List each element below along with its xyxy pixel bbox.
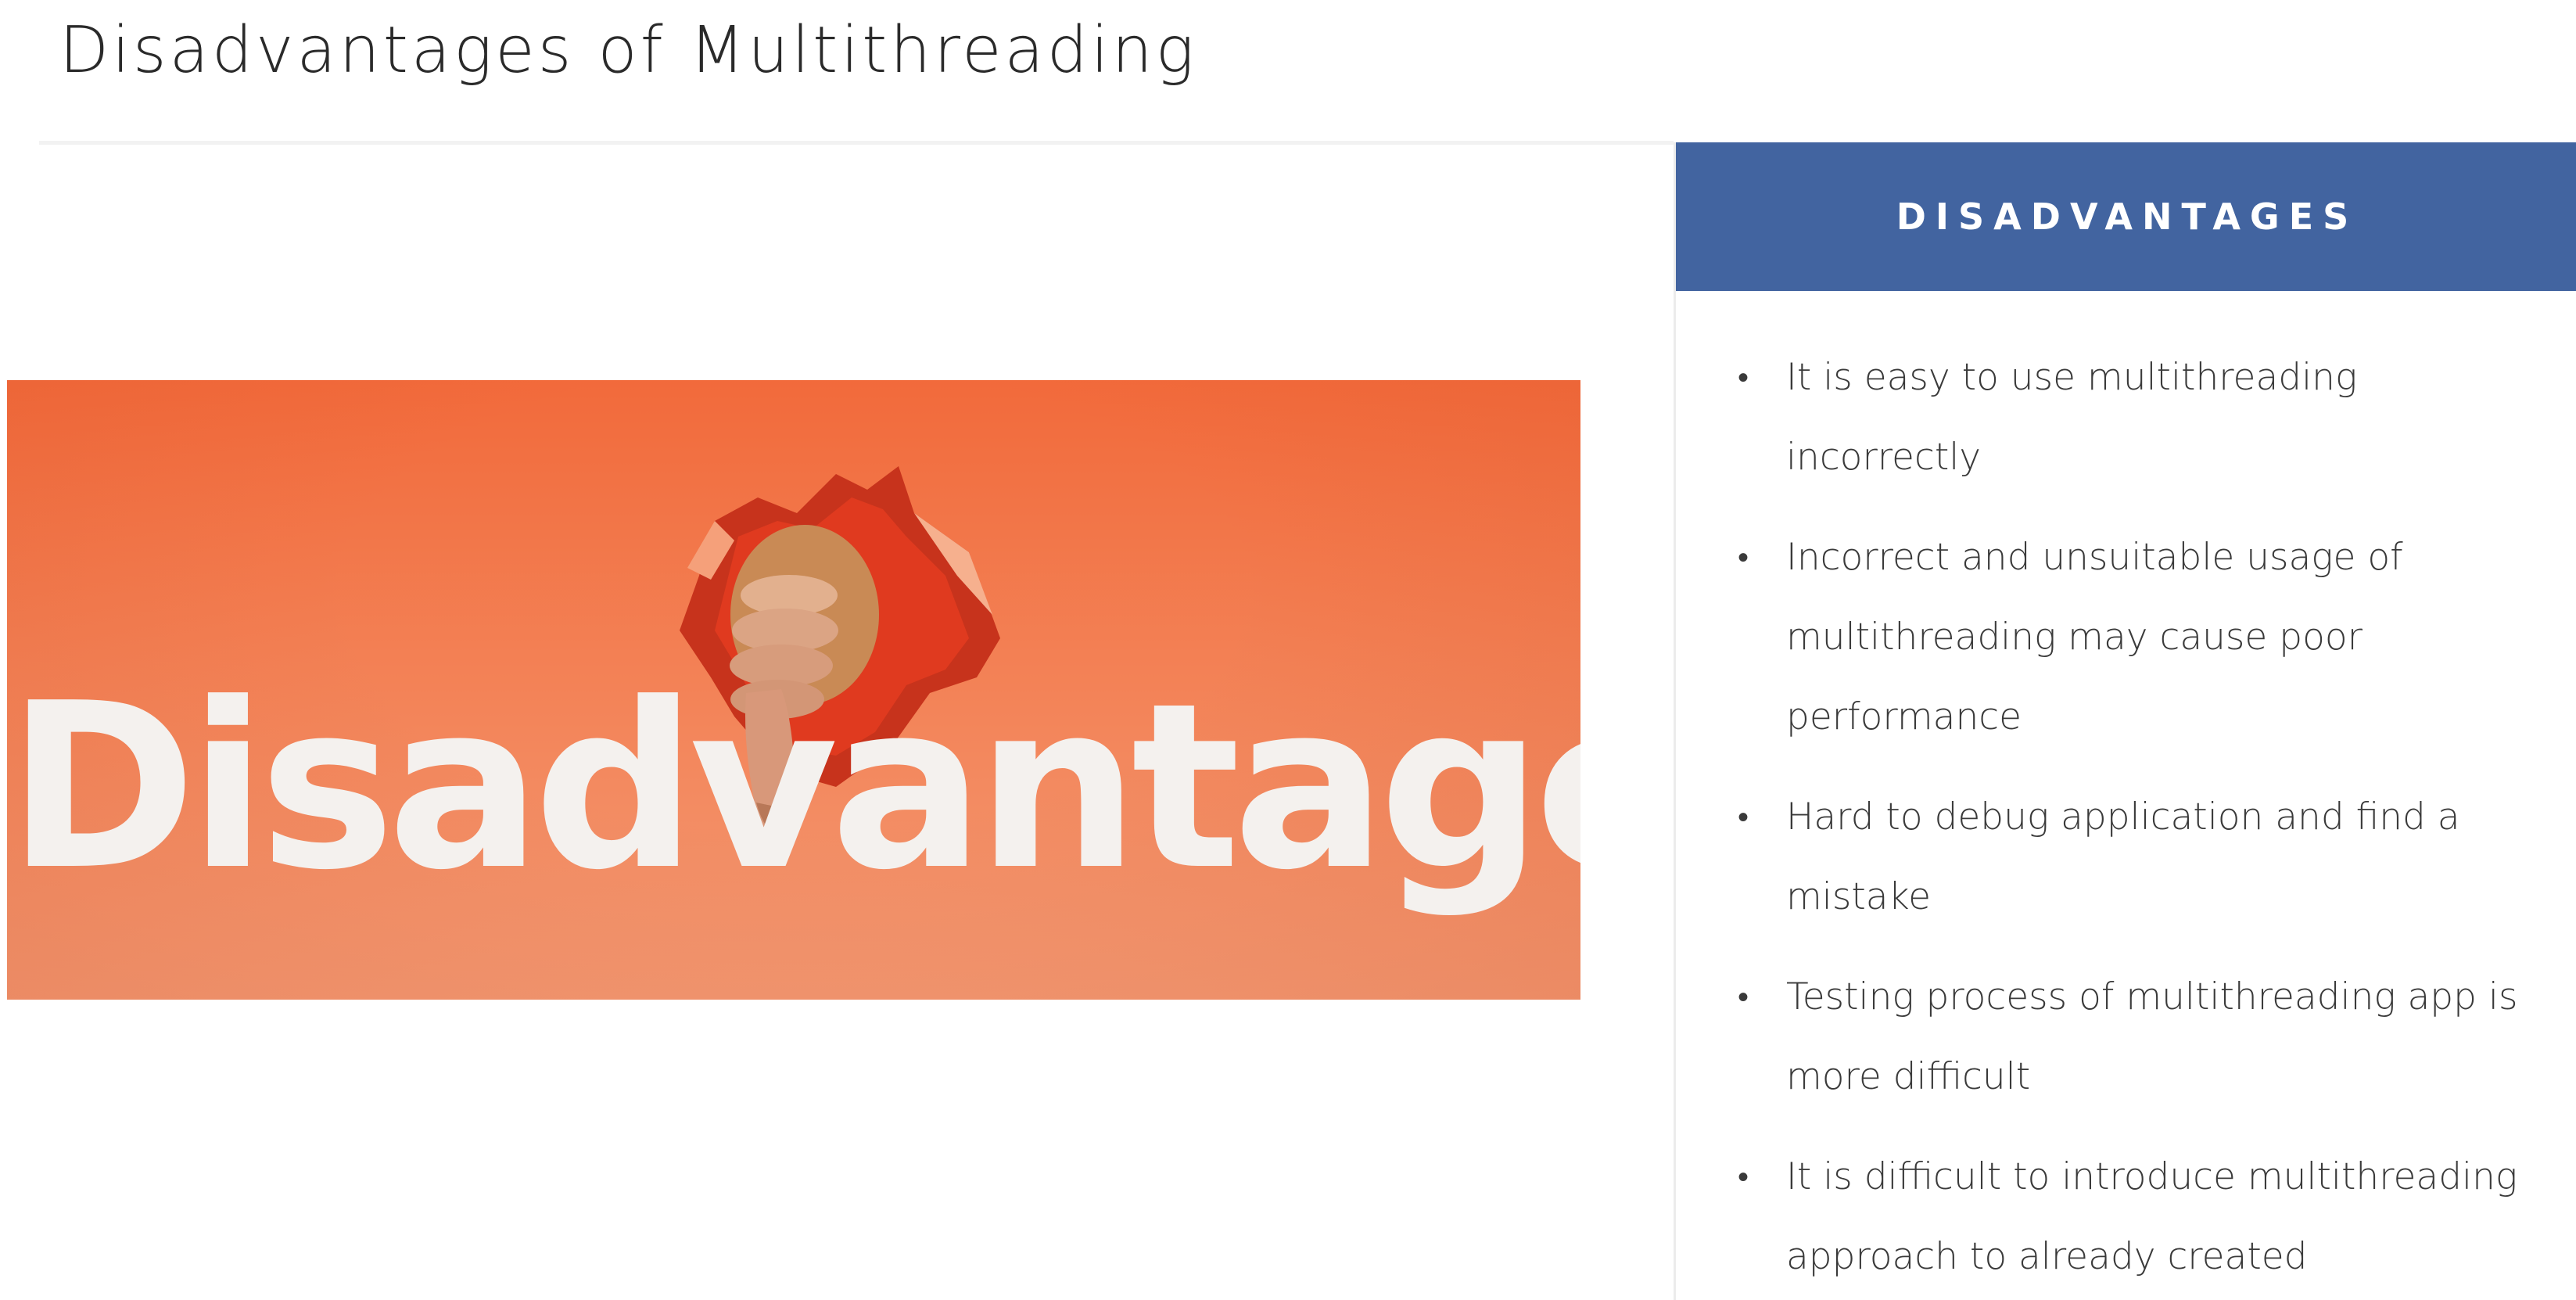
bullet-text: It is difficult to introduce multithread… [1786, 1155, 2518, 1278]
bullet-icon: • [1738, 540, 1749, 576]
bullet-icon: • [1738, 360, 1749, 396]
panel-header: DISADVANTAGES [1676, 142, 2576, 291]
bullet-icon: • [1738, 979, 1749, 1015]
bullet-icon: • [1738, 799, 1749, 835]
list-item: • It is easy to use multithreading incor… [1676, 338, 2576, 497]
bullet-text: Incorrect and unsuitable usage of multit… [1786, 536, 2403, 738]
bullet-icon: • [1738, 1159, 1749, 1195]
list-item: • Testing process of multithreading app … [1676, 957, 2576, 1117]
slide-title: Disadvantages of Multithreading [59, 13, 1197, 88]
bullet-list: • It is easy to use multithreading incor… [1676, 338, 2576, 1300]
bullet-text: Hard to debug application and find a mis… [1786, 795, 2460, 918]
title-divider [39, 141, 1674, 145]
list-item: • Incorrect and unsuitable usage of mult… [1676, 518, 2576, 757]
slide: Disadvantages of Multithreading Disadvan… [0, 0, 2576, 1300]
bullet-text: It is easy to use multithreading incorre… [1786, 356, 2358, 479]
list-item: • It is difficult to introduce multithre… [1676, 1137, 2576, 1297]
disadvantages-panel: DISADVANTAGES • It is easy to use multit… [1674, 142, 2576, 1300]
banner-word: Disadvantages [7, 654, 1580, 920]
disadvantages-image: Disadvantages [7, 380, 1580, 1000]
bullet-text: Testing process of multithreading app is… [1786, 975, 2518, 1098]
list-item: • Hard to debug application and find a m… [1676, 777, 2576, 937]
panel-heading: DISADVANTAGES [1896, 196, 2359, 238]
